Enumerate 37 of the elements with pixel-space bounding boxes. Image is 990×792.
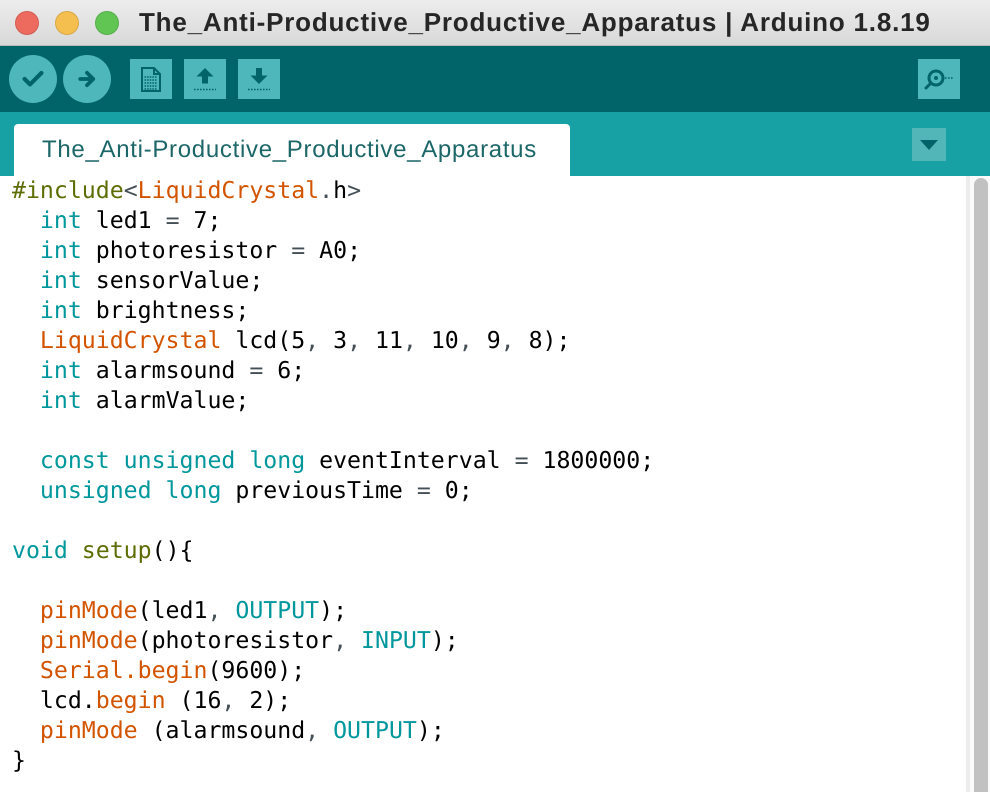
code-line: unsigned long previousTime = 0; — [38, 476, 473, 506]
save-button[interactable] — [238, 59, 280, 99]
document-icon — [141, 66, 161, 92]
open-button[interactable] — [184, 59, 226, 99]
arrow-down-icon — [247, 67, 271, 91]
file-tab[interactable]: The_Anti-Productive_Productive_Apparatus — [14, 124, 570, 176]
code-line: int photoresistor = A0; — [38, 236, 362, 266]
new-button[interactable] — [130, 59, 172, 99]
magnifier-icon — [924, 68, 954, 90]
code-line: } — [12, 746, 26, 776]
code-line: pinMode(led1, OUTPUT); — [38, 596, 348, 626]
code-line: LiquidCrystal lcd(5, 3, 11, 10, 9, 8); — [38, 326, 570, 356]
code-line: int sensorValue; — [38, 266, 264, 296]
window-title: The_Anti-Productive_Productive_Apparatus | Arduino 1.8.19 — [139, 7, 931, 38]
code-line: pinMode(photoresistor, INPUT); — [38, 626, 459, 656]
triangle-down-icon — [920, 140, 938, 150]
code-line: int brightness; — [38, 296, 250, 326]
code-line: void setup(){ — [12, 536, 194, 566]
code-line: const unsigned long eventInterval = 1800000; — [38, 446, 654, 476]
scrollbar-thumb[interactable] — [974, 178, 988, 792]
upload-button[interactable] — [63, 55, 111, 103]
zoom-button[interactable] — [95, 10, 119, 34]
code-line: pinMode (alarmsound, OUTPUT); — [38, 716, 445, 746]
arrow-right-icon — [78, 70, 96, 88]
minimize-button[interactable] — [55, 10, 79, 34]
verify-button[interactable] — [9, 55, 57, 103]
close-button[interactable] — [15, 10, 39, 34]
tab-menu-button[interactable] — [912, 128, 946, 161]
check-icon — [22, 70, 44, 88]
arrow-up-icon — [193, 67, 217, 91]
serial-monitor-button[interactable] — [918, 59, 960, 99]
code-line: Serial.begin(9600); — [38, 656, 306, 686]
code-line: lcd.begin (16, 2); — [38, 686, 292, 716]
code-line: int alarmValue; — [38, 386, 250, 416]
code-line: int alarmsound = 6; — [38, 356, 306, 386]
code-line: int led1 = 7; — [38, 206, 222, 236]
code-line: #include<LiquidCrystal.h> — [12, 176, 362, 206]
